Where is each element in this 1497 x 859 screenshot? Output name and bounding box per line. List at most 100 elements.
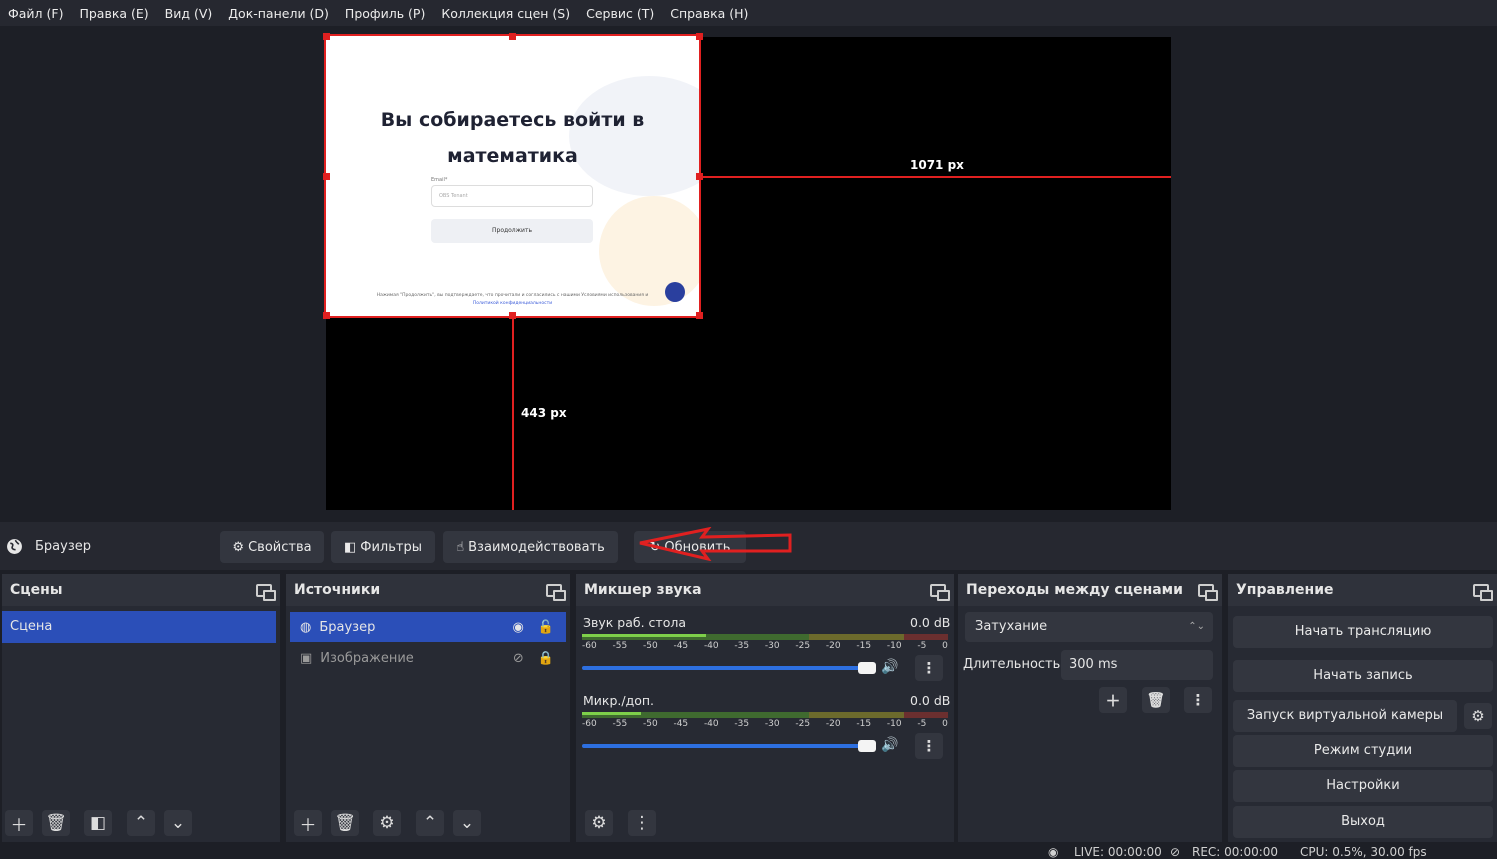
- menu-file[interactable]: Файл (F): [0, 6, 71, 21]
- privacy-link: Политикой конфиденциальности: [472, 301, 553, 306]
- resize-handle-tr[interactable]: [696, 33, 703, 40]
- rec-indicator-icon: ⊘: [1170, 845, 1181, 859]
- add-scene-button[interactable]: ＋: [5, 810, 33, 836]
- menu-edit[interactable]: Правка (E): [71, 6, 156, 21]
- slider-knob[interactable]: [858, 740, 876, 752]
- email-label: Email*: [431, 177, 448, 183]
- studio-mode-button[interactable]: Режим студии: [1233, 735, 1493, 767]
- undock-icon[interactable]: [546, 583, 566, 601]
- start-record-button[interactable]: Начать запись: [1233, 660, 1493, 692]
- source-controls: ⊘ 🔒: [513, 651, 554, 666]
- source-label: Изображение: [320, 650, 414, 666]
- duration-input[interactable]: 300 ms: [1061, 650, 1213, 680]
- chevron-updown-icon: ⌃⌄: [1188, 621, 1205, 632]
- mixer-channel-db: 0.0 dB: [910, 693, 951, 708]
- gear-icon: ⚙: [232, 539, 245, 555]
- menu-view[interactable]: Вид (V): [157, 6, 221, 21]
- eye-icon[interactable]: ◉: [512, 620, 523, 635]
- source-item-image[interactable]: ▣ Изображение ⊘ 🔒: [290, 643, 566, 673]
- move-source-up-button[interactable]: ⌃: [416, 810, 444, 836]
- unlock-icon[interactable]: 🔓: [538, 620, 554, 635]
- source-item-browser[interactable]: ◍ Браузер ◉ 🔓: [290, 612, 566, 642]
- properties-label: Свойства: [248, 539, 312, 555]
- move-scene-up-button[interactable]: ⌃: [127, 810, 155, 836]
- exit-button[interactable]: Выход: [1233, 806, 1493, 838]
- transitions-header: Переходы между сценами: [958, 574, 1222, 606]
- resize-handle-tl[interactable]: [323, 33, 330, 40]
- undock-icon[interactable]: [256, 583, 276, 601]
- browser-source-preview[interactable]: Вы собираетесь войти в математика Email*…: [324, 34, 701, 318]
- menu-scene-collection[interactable]: Коллекция сцен (S): [433, 6, 578, 21]
- source-properties-button[interactable]: ⚙: [373, 810, 401, 836]
- legal-footer: Нажимая "Продолжить", вы подтверждаете, …: [336, 292, 689, 308]
- remove-scene-button[interactable]: 🗑: [42, 810, 70, 836]
- resize-handle-ml[interactable]: [323, 173, 330, 180]
- menu-docks[interactable]: Док-панели (D): [220, 6, 337, 21]
- transition-value: Затухание: [975, 619, 1048, 634]
- resize-handle-br[interactable]: [696, 312, 703, 319]
- remove-transition-button[interactable]: 🗑: [1142, 687, 1170, 713]
- start-stream-button[interactable]: Начать трансляцию: [1233, 616, 1493, 648]
- volume-slider[interactable]: [582, 662, 876, 674]
- source-label: Браузер: [319, 619, 376, 635]
- cpu-fps: CPU: 0.5%, 30.00 fps: [1300, 845, 1427, 859]
- menu-profile[interactable]: Профиль (P): [337, 6, 433, 21]
- sources-title: Источники: [294, 582, 381, 598]
- undock-icon[interactable]: [1198, 583, 1218, 601]
- meter-scale: -60 -55 -50 -45 -40 -35 -30 -25 -20 -15 -10 -5 0: [582, 719, 948, 729]
- interact-button[interactable]: ☝ Взаимодействовать: [443, 531, 618, 563]
- rec-timer: REC: 00:00:00: [1192, 845, 1279, 859]
- distance-guide-right: [699, 176, 1171, 178]
- move-scene-down-button[interactable]: ⌄: [164, 810, 192, 836]
- live-timer: LIVE: 00:00:00: [1074, 845, 1162, 859]
- menu-help[interactable]: Справка (H): [662, 6, 756, 21]
- live-indicator-icon: ◉: [1048, 845, 1059, 859]
- duration-label: Длительность: [963, 657, 1061, 672]
- add-transition-button[interactable]: ＋: [1099, 687, 1127, 713]
- lock-icon[interactable]: 🔒: [538, 651, 554, 666]
- transition-select[interactable]: Затухание ⌃⌄: [965, 612, 1213, 642]
- speaker-icon[interactable]: 🔊: [881, 659, 898, 675]
- speaker-icon[interactable]: 🔊: [881, 737, 898, 753]
- eye-off-icon[interactable]: ⊘: [513, 651, 524, 666]
- scene-item[interactable]: Сцена: [2, 611, 276, 643]
- menu-tools[interactable]: Сервис (T): [578, 6, 662, 21]
- mixer-menu-button[interactable]: ⋮: [628, 810, 656, 836]
- pointer-icon: ☝: [456, 539, 465, 555]
- move-source-down-button[interactable]: ⌄: [453, 810, 481, 836]
- level-meter: [582, 634, 948, 640]
- heading-line: математика: [447, 145, 578, 167]
- sources-header: Источники: [286, 574, 570, 606]
- channel-menu-button[interactable]: ⋮: [915, 733, 943, 759]
- mixer-header: Микшер звука: [576, 574, 954, 606]
- resize-handle-tc[interactable]: [509, 33, 516, 40]
- mixer-settings-icon[interactable]: ⚙: [585, 810, 613, 836]
- properties-button[interactable]: ⚙ Свойства: [220, 531, 324, 563]
- scene-filters-button[interactable]: ◧: [84, 810, 112, 836]
- remove-source-button[interactable]: 🗑: [331, 810, 359, 836]
- undock-icon[interactable]: [930, 583, 950, 601]
- annotation-arrow-icon: [639, 527, 792, 561]
- chat-icon: [665, 282, 685, 302]
- settings-button[interactable]: Настройки: [1233, 770, 1493, 802]
- mixer-channel-name: Микр./доп.: [583, 693, 655, 708]
- undock-icon[interactable]: [1473, 583, 1493, 601]
- preview-area: [0, 26, 1497, 522]
- slider-knob[interactable]: [858, 662, 876, 674]
- scenes-title: Сцены: [10, 582, 63, 598]
- resize-handle-bl[interactable]: [323, 312, 330, 319]
- source-controls: ◉ 🔓: [512, 620, 554, 635]
- distance-guide-bottom: [512, 316, 514, 510]
- transitions-title: Переходы между сценами: [966, 582, 1183, 598]
- distance-label-bottom: 443 px: [521, 406, 567, 420]
- volume-slider[interactable]: [582, 740, 876, 752]
- mixer-title: Микшер звука: [584, 582, 702, 598]
- legal-text: Нажимая "Продолжить", вы подтверждаете, …: [376, 293, 649, 298]
- virtual-camera-settings-icon[interactable]: ⚙: [1464, 703, 1492, 729]
- mixer-channel-db: 0.0 dB: [910, 615, 951, 630]
- filters-button[interactable]: ◧ Фильтры: [331, 531, 435, 563]
- add-source-button[interactable]: ＋: [294, 810, 322, 836]
- channel-menu-button[interactable]: ⋮: [915, 655, 943, 681]
- virtual-camera-button[interactable]: Запуск виртуальной камеры: [1233, 700, 1457, 732]
- transition-menu-button[interactable]: ⋮: [1184, 687, 1212, 713]
